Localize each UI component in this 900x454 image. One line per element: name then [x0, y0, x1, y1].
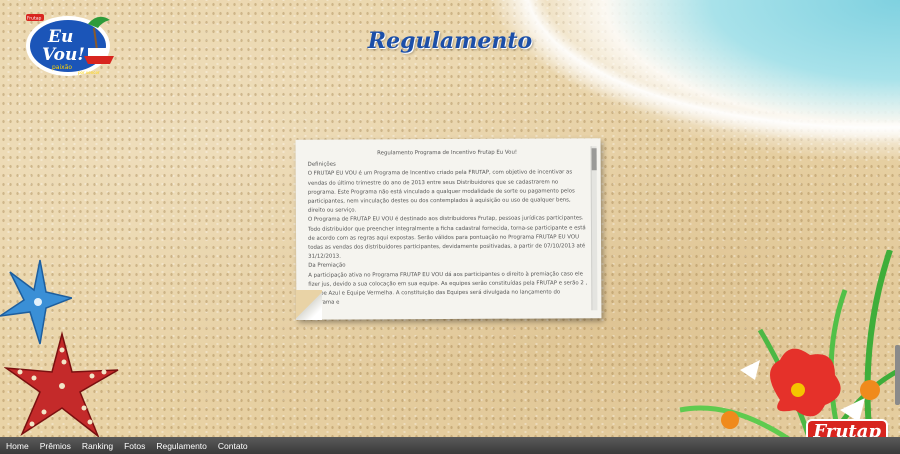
doc-paragraph: O Programa de FRUTAP EU VOU é destinado … — [307, 215, 586, 260]
regulation-document: Regulamento Programa de Incentivo Frutap… — [295, 138, 602, 320]
red-starfish-icon — [4, 331, 119, 439]
page-scrollbar[interactable] — [894, 0, 900, 437]
nav-home[interactable]: Home — [6, 441, 29, 451]
logo-tagline: paixão — [52, 64, 72, 71]
nav-premios[interactable]: Prêmios — [40, 441, 71, 451]
nav-contato[interactable]: Contato — [218, 441, 248, 451]
document-scroll-thumb[interactable] — [591, 148, 597, 171]
nav-ranking[interactable]: Ranking — [82, 441, 113, 451]
page-title: Regulamento — [367, 28, 533, 54]
hibiscus-plants-decoration — [679, 250, 900, 440]
nav-fotos[interactable]: Fotos — [124, 441, 145, 451]
logo-badge: Frutap — [27, 16, 41, 22]
doc-paragraph: O FRUTAP EU VOU é um Programa de Incenti… — [307, 169, 575, 214]
bottom-navigation: Home Prêmios Ranking Fotos Regulamento C… — [0, 437, 900, 454]
logo-sub: por vencer — [78, 70, 100, 75]
page-scroll-thumb[interactable] — [895, 345, 900, 405]
document-scrollbar[interactable] — [590, 146, 598, 311]
wave-foam — [470, 0, 900, 150]
doc-paragraph: A participação ativa no Programa FRUTAP … — [308, 270, 588, 306]
document-heading: Regulamento Programa de Incentivo Frutap… — [377, 149, 518, 157]
nav-regulamento[interactable]: Regulamento — [156, 441, 207, 451]
paper-curl — [296, 290, 322, 320]
document-content: Regulamento Programa de Incentivo Frutap… — [308, 148, 588, 311]
